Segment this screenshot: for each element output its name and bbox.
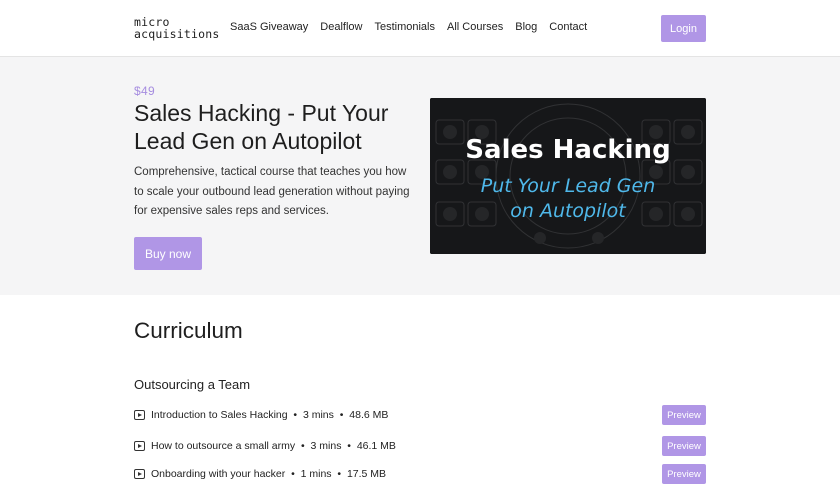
lesson-duration: 1 mins xyxy=(300,468,332,480)
lesson-item[interactable]: Onboarding with your hacker • 1 mins • 1… xyxy=(134,464,706,484)
play-icon xyxy=(134,469,145,479)
login-button[interactable]: Login xyxy=(661,15,706,42)
hero-section: $49 Sales Hacking - Put Your Lead Gen on… xyxy=(0,57,840,295)
site-header: micro acquisitions SaaS Giveaway Dealflo… xyxy=(0,0,840,57)
image-subtitle-2: on Autopilot xyxy=(510,200,627,222)
main-nav: SaaS Giveaway Dealflow Testimonials All … xyxy=(230,19,587,35)
lesson-size: 46.1 MB xyxy=(356,440,396,452)
lesson-item[interactable]: How to outsource a small army • 3 mins •… xyxy=(134,436,706,456)
lesson-name: Onboarding with your hacker xyxy=(151,468,286,480)
nav-blog[interactable]: Blog xyxy=(515,19,537,35)
course-description: Comprehensive, tactical course that teac… xyxy=(134,166,410,217)
curriculum-title: Curriculum xyxy=(134,318,243,343)
preview-button[interactable]: Preview xyxy=(662,464,706,484)
price: $49 xyxy=(134,84,155,98)
logo-line-2: acquisitions xyxy=(134,27,220,41)
image-title: Sales Hacking xyxy=(465,135,670,165)
lesson-item[interactable]: Introduction to Sales Hacking • 3 mins •… xyxy=(134,405,706,425)
nav-saas-giveaway[interactable]: SaaS Giveaway xyxy=(230,19,308,35)
play-icon xyxy=(134,441,145,451)
buy-now-button[interactable]: Buy now xyxy=(134,237,202,270)
lesson-name: Introduction to Sales Hacking xyxy=(151,409,288,421)
nav-testimonials[interactable]: Testimonials xyxy=(374,19,435,35)
play-icon xyxy=(134,410,145,420)
lesson-info: Introduction to Sales Hacking • 3 mins •… xyxy=(151,409,388,421)
preview-button[interactable]: Preview xyxy=(662,405,706,425)
lesson-info: How to outsource a small army • 3 mins •… xyxy=(151,440,396,452)
lesson-size: 48.6 MB xyxy=(349,409,389,421)
course-title: Sales Hacking - Put Your Lead Gen on Aut… xyxy=(134,100,389,154)
preview-button[interactable]: Preview xyxy=(662,436,706,456)
nav-dealflow[interactable]: Dealflow xyxy=(320,19,362,35)
lesson-duration: 3 mins xyxy=(302,409,334,421)
section-title: Outsourcing a Team xyxy=(134,377,251,392)
logo[interactable]: micro acquisitions xyxy=(134,16,219,40)
course-cover-image: Sales Hacking Put Your Lead Gen on Autop… xyxy=(430,98,706,254)
lesson-duration: 3 mins xyxy=(310,440,342,452)
nav-contact[interactable]: Contact xyxy=(549,19,587,35)
lesson-size: 17.5 MB xyxy=(346,468,387,480)
image-subtitle-1: Put Your Lead Gen xyxy=(481,175,656,197)
lesson-name: How to outsource a small army xyxy=(151,440,296,452)
lesson-info: Onboarding with your hacker • 1 mins • 1… xyxy=(151,468,386,480)
nav-all-courses[interactable]: All Courses xyxy=(447,19,503,35)
